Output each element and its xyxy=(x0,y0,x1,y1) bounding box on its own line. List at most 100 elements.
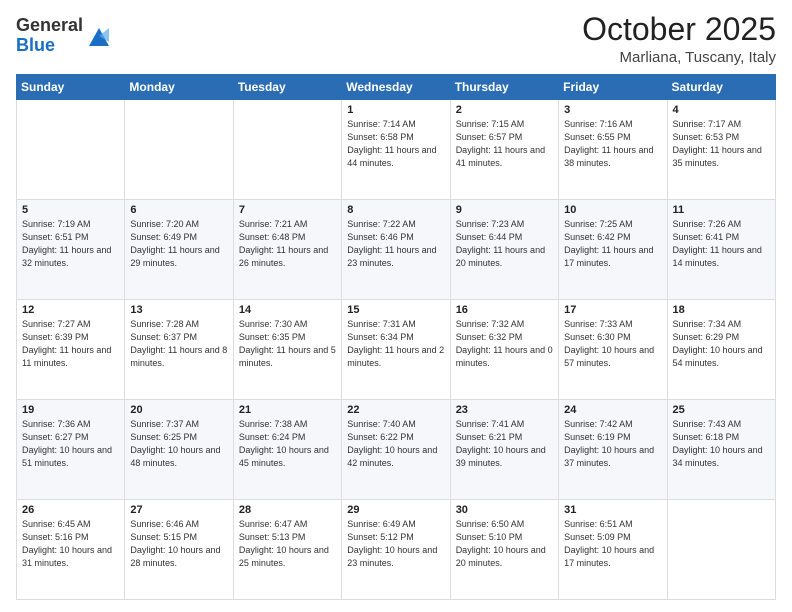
day-number: 1 xyxy=(347,104,444,116)
day-info: Sunrise: 6:49 AM Sunset: 5:12 PM Dayligh… xyxy=(347,518,444,570)
header-wednesday: Wednesday xyxy=(342,75,450,100)
day-cell: 11 Sunrise: 7:26 AM Sunset: 6:41 PM Dayli… xyxy=(667,200,775,300)
day-number: 20 xyxy=(130,404,227,416)
day-number: 28 xyxy=(239,504,336,516)
day-number: 6 xyxy=(130,204,227,216)
day-number: 3 xyxy=(564,104,661,116)
day-cell: 3Sunrise: 7:16 AM Sunset: 6:55 PM Daylig… xyxy=(559,100,667,200)
day-cell: 18 Sunrise: 7:34 AM Sunset: 6:29 PM Dayli… xyxy=(667,300,775,400)
day-cell: 9 Sunrise: 7:23 AM Sunset: 6:44 PM Daylig… xyxy=(450,200,558,300)
day-number: 7 xyxy=(239,204,336,216)
day-info: Sunrise: 6:45 AM Sunset: 5:16 PM Dayligh… xyxy=(22,518,119,570)
day-number: 16 xyxy=(456,304,553,316)
week-row-2: 12 Sunrise: 7:27 AM Sunset: 6:39 PM Dayli… xyxy=(17,300,776,400)
header-sunday: Sunday xyxy=(17,75,125,100)
day-info: Sunrise: 7:22 AM Sunset: 6:46 PM Dayligh… xyxy=(347,218,444,270)
header-thursday: Thursday xyxy=(450,75,558,100)
week-row-1: 5 Sunrise: 7:19 AM Sunset: 6:51 PM Daylig… xyxy=(17,200,776,300)
day-number: 31 xyxy=(564,504,661,516)
day-info: Sunrise: 7:23 AM Sunset: 6:44 PM Dayligh… xyxy=(456,218,553,270)
day-info: Sunrise: 7:25 AM Sunset: 6:42 PM Dayligh… xyxy=(564,218,661,270)
header-saturday: Saturday xyxy=(667,75,775,100)
day-cell: 21Sunrise: 7:38 AM Sunset: 6:24 PM Dayli… xyxy=(233,400,341,500)
day-number: 2 xyxy=(456,104,553,116)
day-cell: 10 Sunrise: 7:25 AM Sunset: 6:42 PM Dayli… xyxy=(559,200,667,300)
day-cell: 8 Sunrise: 7:22 AM Sunset: 6:46 PM Daylig… xyxy=(342,200,450,300)
logo-block: General Blue xyxy=(16,16,83,56)
day-number: 14 xyxy=(239,304,336,316)
day-cell xyxy=(233,100,341,200)
day-info: Sunrise: 7:27 AM Sunset: 6:39 PM Dayligh… xyxy=(22,318,119,370)
day-cell: 7 Sunrise: 7:21 AM Sunset: 6:48 PM Daylig… xyxy=(233,200,341,300)
day-cell xyxy=(125,100,233,200)
day-cell: 1 Sunrise: 7:14 AM Sunset: 6:58 PM Daylig… xyxy=(342,100,450,200)
logo-icon xyxy=(85,22,113,50)
day-cell xyxy=(17,100,125,200)
day-info: Sunrise: 7:19 AM Sunset: 6:51 PM Dayligh… xyxy=(22,218,119,270)
day-cell: 13 Sunrise: 7:28 AM Sunset: 6:37 PM Dayli… xyxy=(125,300,233,400)
day-info: Sunrise: 7:37 AM Sunset: 6:25 PM Dayligh… xyxy=(130,418,227,470)
day-cell: 19 Sunrise: 7:36 AM Sunset: 6:27 PM Dayli… xyxy=(17,400,125,500)
day-cell: 20 Sunrise: 7:37 AM Sunset: 6:25 PM Dayli… xyxy=(125,400,233,500)
logo: General Blue xyxy=(16,16,113,56)
day-number: 9 xyxy=(456,204,553,216)
day-info: Sunrise: 6:46 AM Sunset: 5:15 PM Dayligh… xyxy=(130,518,227,570)
header-tuesday: Tuesday xyxy=(233,75,341,100)
day-cell: 5 Sunrise: 7:19 AM Sunset: 6:51 PM Daylig… xyxy=(17,200,125,300)
day-cell: 14 Sunrise: 7:30 AM Sunset: 6:35 PM Dayli… xyxy=(233,300,341,400)
day-info: Sunrise: 7:17 AM Sunset: 6:53 PM Dayligh… xyxy=(673,118,770,170)
day-cell: 23 Sunrise: 7:41 AM Sunset: 6:21 PM Dayli… xyxy=(450,400,558,500)
day-cell: 27Sunrise: 6:46 AM Sunset: 5:15 PM Dayli… xyxy=(125,500,233,600)
day-info: Sunrise: 6:50 AM Sunset: 5:10 PM Dayligh… xyxy=(456,518,553,570)
day-number: 10 xyxy=(564,204,661,216)
week-row-0: 1 Sunrise: 7:14 AM Sunset: 6:58 PM Daylig… xyxy=(17,100,776,200)
day-info: Sunrise: 7:28 AM Sunset: 6:37 PM Dayligh… xyxy=(130,318,227,370)
day-info: Sunrise: 7:14 AM Sunset: 6:58 PM Dayligh… xyxy=(347,118,444,170)
day-info: Sunrise: 7:30 AM Sunset: 6:35 PM Dayligh… xyxy=(239,318,336,370)
day-number: 23 xyxy=(456,404,553,416)
day-info: Sunrise: 7:42 AM Sunset: 6:19 PM Dayligh… xyxy=(564,418,661,470)
day-cell: 24 Sunrise: 7:42 AM Sunset: 6:19 PM Dayli… xyxy=(559,400,667,500)
day-number: 11 xyxy=(673,204,770,216)
day-number: 13 xyxy=(130,304,227,316)
day-number: 4 xyxy=(673,104,770,116)
day-number: 29 xyxy=(347,504,444,516)
month-title: October 2025 xyxy=(582,12,776,47)
day-cell: 4 Sunrise: 7:17 AM Sunset: 6:53 PM Daylig… xyxy=(667,100,775,200)
day-cell: 15Sunrise: 7:31 AM Sunset: 6:34 PM Dayli… xyxy=(342,300,450,400)
day-info: Sunrise: 7:32 AM Sunset: 6:32 PM Dayligh… xyxy=(456,318,553,370)
location: Marliana, Tuscany, Italy xyxy=(582,49,776,66)
day-info: Sunrise: 7:26 AM Sunset: 6:41 PM Dayligh… xyxy=(673,218,770,270)
day-cell: 12 Sunrise: 7:27 AM Sunset: 6:39 PM Dayli… xyxy=(17,300,125,400)
day-cell: 17Sunrise: 7:33 AM Sunset: 6:30 PM Dayli… xyxy=(559,300,667,400)
day-info: Sunrise: 7:36 AM Sunset: 6:27 PM Dayligh… xyxy=(22,418,119,470)
day-info: Sunrise: 6:47 AM Sunset: 5:13 PM Dayligh… xyxy=(239,518,336,570)
day-number: 26 xyxy=(22,504,119,516)
logo-blue-text: Blue xyxy=(16,35,55,55)
day-cell: 2Sunrise: 7:15 AM Sunset: 6:57 PM Daylig… xyxy=(450,100,558,200)
day-info: Sunrise: 7:41 AM Sunset: 6:21 PM Dayligh… xyxy=(456,418,553,470)
day-cell: 28 Sunrise: 6:47 AM Sunset: 5:13 PM Dayli… xyxy=(233,500,341,600)
day-number: 8 xyxy=(347,204,444,216)
day-number: 25 xyxy=(673,404,770,416)
day-info: Sunrise: 7:21 AM Sunset: 6:48 PM Dayligh… xyxy=(239,218,336,270)
calendar-table: Sunday Monday Tuesday Wednesday Thursday… xyxy=(16,74,776,600)
day-info: Sunrise: 7:34 AM Sunset: 6:29 PM Dayligh… xyxy=(673,318,770,370)
day-number: 22 xyxy=(347,404,444,416)
page: General Blue October 2025 Marliana, Tusc… xyxy=(0,0,792,612)
weekday-header-row: Sunday Monday Tuesday Wednesday Thursday… xyxy=(17,75,776,100)
day-number: 30 xyxy=(456,504,553,516)
day-number: 17 xyxy=(564,304,661,316)
week-row-4: 26 Sunrise: 6:45 AM Sunset: 5:16 PM Dayli… xyxy=(17,500,776,600)
header: General Blue October 2025 Marliana, Tusc… xyxy=(16,12,776,66)
day-number: 5 xyxy=(22,204,119,216)
day-number: 24 xyxy=(564,404,661,416)
day-number: 12 xyxy=(22,304,119,316)
day-cell: 26 Sunrise: 6:45 AM Sunset: 5:16 PM Dayli… xyxy=(17,500,125,600)
day-number: 19 xyxy=(22,404,119,416)
day-number: 21 xyxy=(239,404,336,416)
day-cell: 6 Sunrise: 7:20 AM Sunset: 6:49 PM Daylig… xyxy=(125,200,233,300)
day-cell: 31Sunrise: 6:51 AM Sunset: 5:09 PM Dayli… xyxy=(559,500,667,600)
day-info: Sunrise: 7:20 AM Sunset: 6:49 PM Dayligh… xyxy=(130,218,227,270)
day-number: 18 xyxy=(673,304,770,316)
